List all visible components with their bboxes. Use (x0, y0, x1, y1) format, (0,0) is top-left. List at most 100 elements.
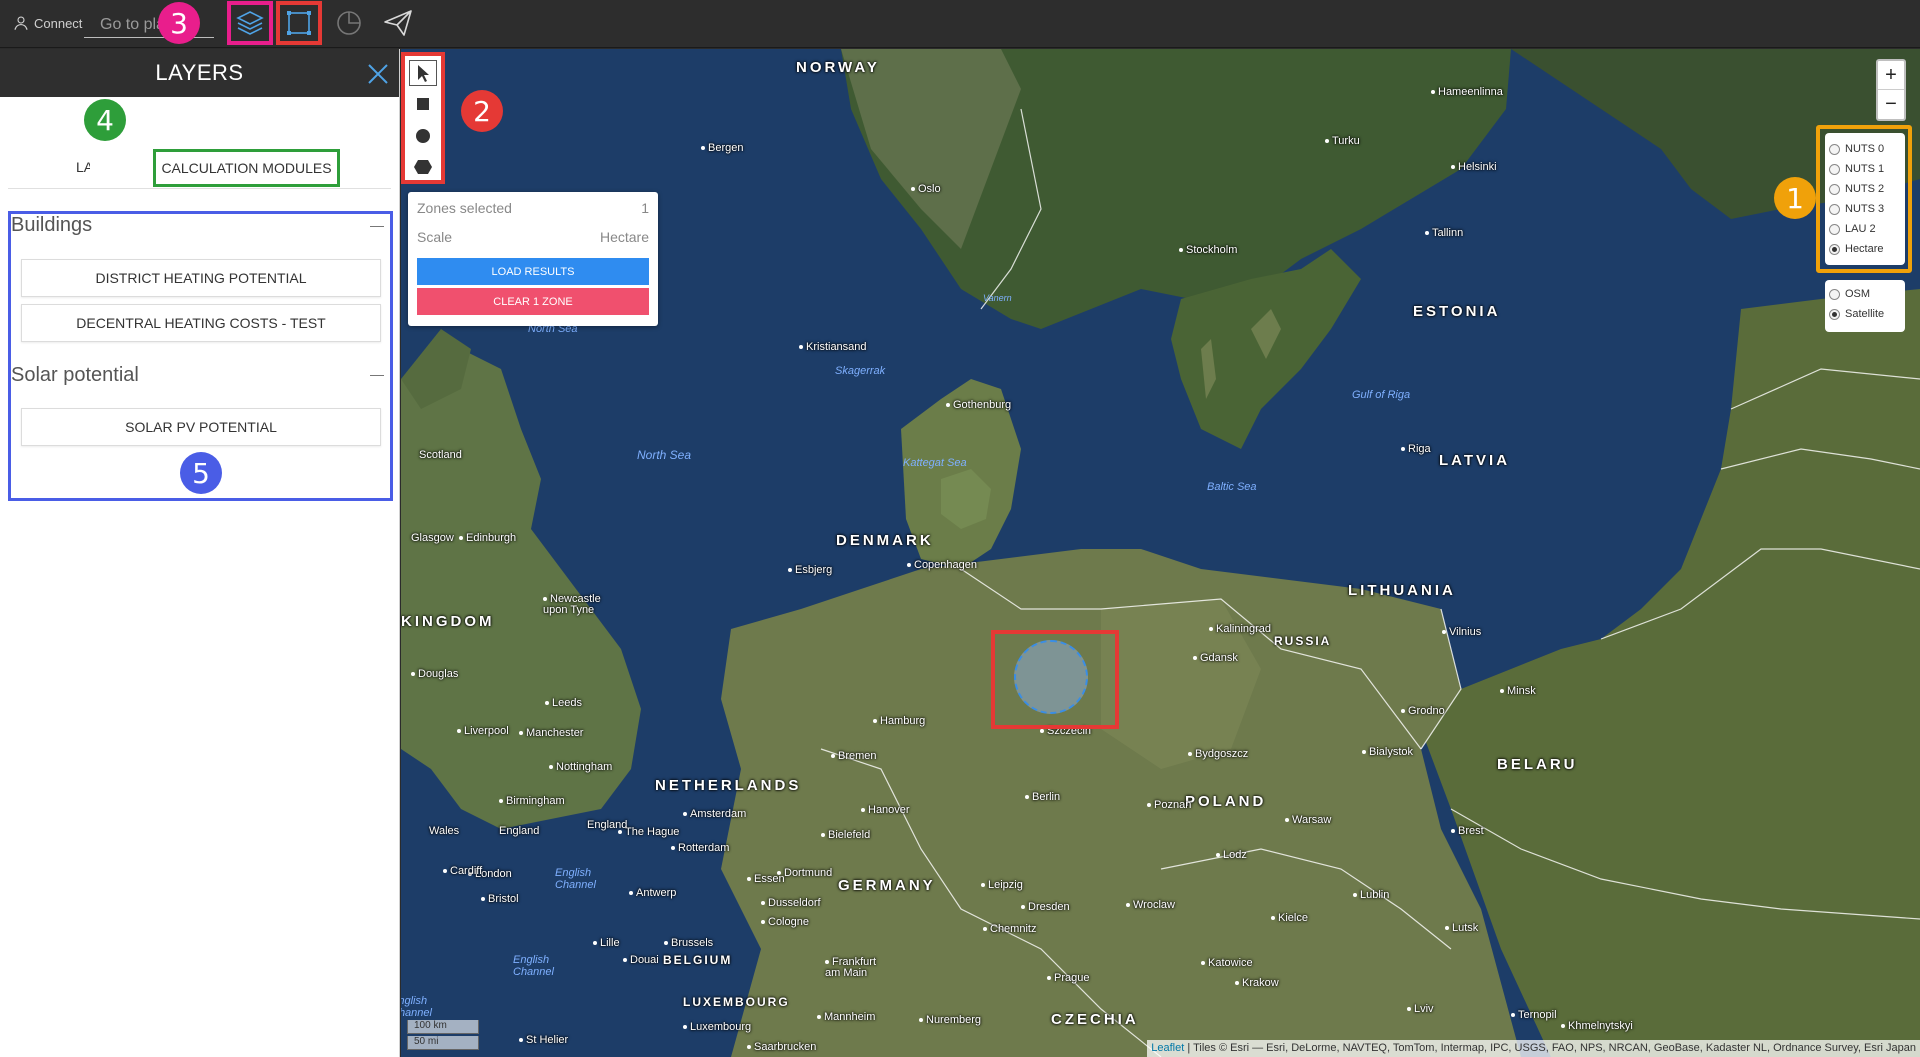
city-name: Kaliningrad (1216, 623, 1272, 635)
city-label: Cardiff (443, 865, 482, 877)
tab-calculation-modules[interactable]: CALCULATION MODULES (153, 149, 340, 187)
city-name: Turku (1332, 135, 1360, 147)
city-name: Brussels (671, 937, 714, 949)
level-option[interactable]: Hectare (1829, 239, 1901, 259)
label-england-1: England (499, 825, 540, 837)
city-label: Bremen (831, 750, 877, 762)
zones-selected-label: Zones selected (417, 200, 512, 216)
city-label: Prague (1047, 972, 1089, 984)
city-label: Lodz (1216, 849, 1247, 861)
city-name: Bremen (838, 750, 877, 762)
load-results-button[interactable]: LOAD RESULTS (417, 258, 649, 285)
city-name: Bialystok (1369, 746, 1414, 758)
basemap-option[interactable]: OSM (1829, 284, 1901, 304)
user-icon (14, 16, 28, 30)
city-name: Leipzig (988, 879, 1023, 891)
label-english-channel-1: English Channel (555, 867, 596, 891)
city-name: Lutsk (1452, 922, 1479, 934)
city-name: Mannheim (824, 1011, 876, 1023)
scale-bar: 100 km 50 mi (407, 1020, 479, 1052)
polygon-tool[interactable] (409, 155, 437, 180)
city-label: Gdansk (1193, 652, 1238, 664)
level-option[interactable]: NUTS 1 (1829, 159, 1901, 179)
city-name: Hameenlinna (1438, 86, 1503, 98)
module-district-heating-potential[interactable]: DISTRICT HEATING POTENTIAL (21, 259, 381, 297)
city-name: Warsaw (1292, 814, 1332, 826)
circle-tool[interactable] (409, 123, 437, 148)
city-label: Nottingham (549, 761, 612, 773)
city-label: Bergen (701, 142, 743, 154)
city-label: Bialystok (1362, 746, 1413, 758)
level-label: NUTS 0 (1845, 143, 1885, 155)
annotation-badge-4: 4 (84, 99, 126, 141)
city-name: Minsk (1507, 685, 1536, 697)
city-name: Manchester (526, 727, 584, 739)
label-baltic-sea: Baltic Sea (1207, 481, 1257, 493)
clear-zone-button[interactable]: CLEAR 1 ZONE (417, 288, 649, 315)
city-label: Lutsk (1445, 922, 1478, 934)
level-option[interactable]: NUTS 0 (1829, 139, 1901, 159)
label-lithuania: LITHUANIA (1348, 582, 1456, 599)
cursor-icon (418, 64, 429, 82)
city-name: Helsinki (1458, 161, 1497, 173)
city-name: Birmingham (506, 795, 565, 807)
city-label: Mannheim (817, 1011, 875, 1023)
city-label: Tallinn (1425, 227, 1463, 239)
level-option[interactable]: NUTS 3 (1829, 199, 1901, 219)
scale-label: Scale (417, 229, 453, 245)
module-solar-pv-potential[interactable]: SOLAR PV POTENTIAL (21, 408, 381, 446)
level-option[interactable]: NUTS 2 (1829, 179, 1901, 199)
city-label: Gothenburg (946, 399, 1011, 411)
level-selector: NUTS 0 NUTS 1 NUTS 2 NUTS 3 LAU 2 Hectar… (1825, 133, 1905, 265)
city-name: Essen (754, 873, 785, 885)
collapse-icon[interactable] (370, 375, 384, 376)
scale-value: Hectare (599, 229, 649, 245)
zoom-in-button[interactable]: + (1878, 61, 1904, 90)
basemap-label: OSM (1845, 288, 1871, 300)
city-label: Newcastle upon Tyne (543, 594, 613, 616)
panel-tabs: LAYERS CALCULATION MODULES (8, 97, 391, 189)
city-name: Chemnitz (990, 923, 1037, 935)
city-name: Antwerp (636, 887, 677, 899)
city-label: Birmingham (499, 795, 565, 807)
city-label: Vilnius (1442, 626, 1481, 638)
city-name: Gdansk (1200, 652, 1238, 664)
selection-tools-button[interactable] (276, 1, 322, 45)
city-label: Frankfurt am Main (825, 957, 885, 979)
selected-zone-highlight (991, 630, 1119, 729)
pointer-tool[interactable] (409, 60, 437, 86)
tab-layers[interactable]: LAYERS (76, 159, 90, 175)
label-czechia: CZECHIA (1051, 1011, 1139, 1028)
layers-toggle-button[interactable] (227, 1, 273, 45)
connect-button[interactable]: Connect (12, 14, 82, 32)
attribution-text: | Tiles © Esri — Esri, DeLorme, NAVTEQ, … (1184, 1042, 1916, 1054)
close-icon[interactable] (363, 59, 393, 89)
module-decentral-heating-costs[interactable]: DECENTRAL HEATING COSTS - TEST (21, 304, 381, 342)
collapse-icon[interactable] (370, 226, 384, 227)
city-label: Dortmund (777, 867, 832, 879)
label-estonia: ESTONIA (1413, 303, 1501, 320)
city-label: Saarbrucken (747, 1041, 816, 1053)
rectangle-tool[interactable] (409, 92, 437, 117)
city-name: Newcastle upon Tyne (543, 593, 601, 616)
results-button[interactable] (328, 3, 370, 43)
city-name: Amsterdam (690, 808, 747, 820)
zoom-out-button[interactable]: − (1878, 90, 1904, 119)
leaflet-link[interactable]: Leaflet (1151, 1042, 1184, 1054)
radio-icon (1829, 183, 1840, 195)
radio-icon (1829, 203, 1840, 215)
city-name: Bydgoszcz (1195, 748, 1249, 760)
city-name: Poznan (1154, 799, 1192, 811)
city-name: Nuremberg (926, 1014, 982, 1026)
zones-selected-value: 1 (641, 200, 649, 216)
city-label: Bydgoszcz (1188, 748, 1248, 760)
city-name: Oslo (918, 183, 941, 195)
level-option[interactable]: LAU 2 (1829, 219, 1901, 239)
city-name: Kristiansand (806, 341, 867, 353)
city-label: Wroclaw (1126, 899, 1175, 911)
send-button[interactable] (377, 3, 419, 43)
city-name: Ternopil (1518, 1009, 1557, 1021)
panel-header: LAYERS (0, 49, 399, 97)
basemap-option[interactable]: Satellite (1829, 304, 1901, 324)
city-label: Bristol (481, 893, 519, 905)
